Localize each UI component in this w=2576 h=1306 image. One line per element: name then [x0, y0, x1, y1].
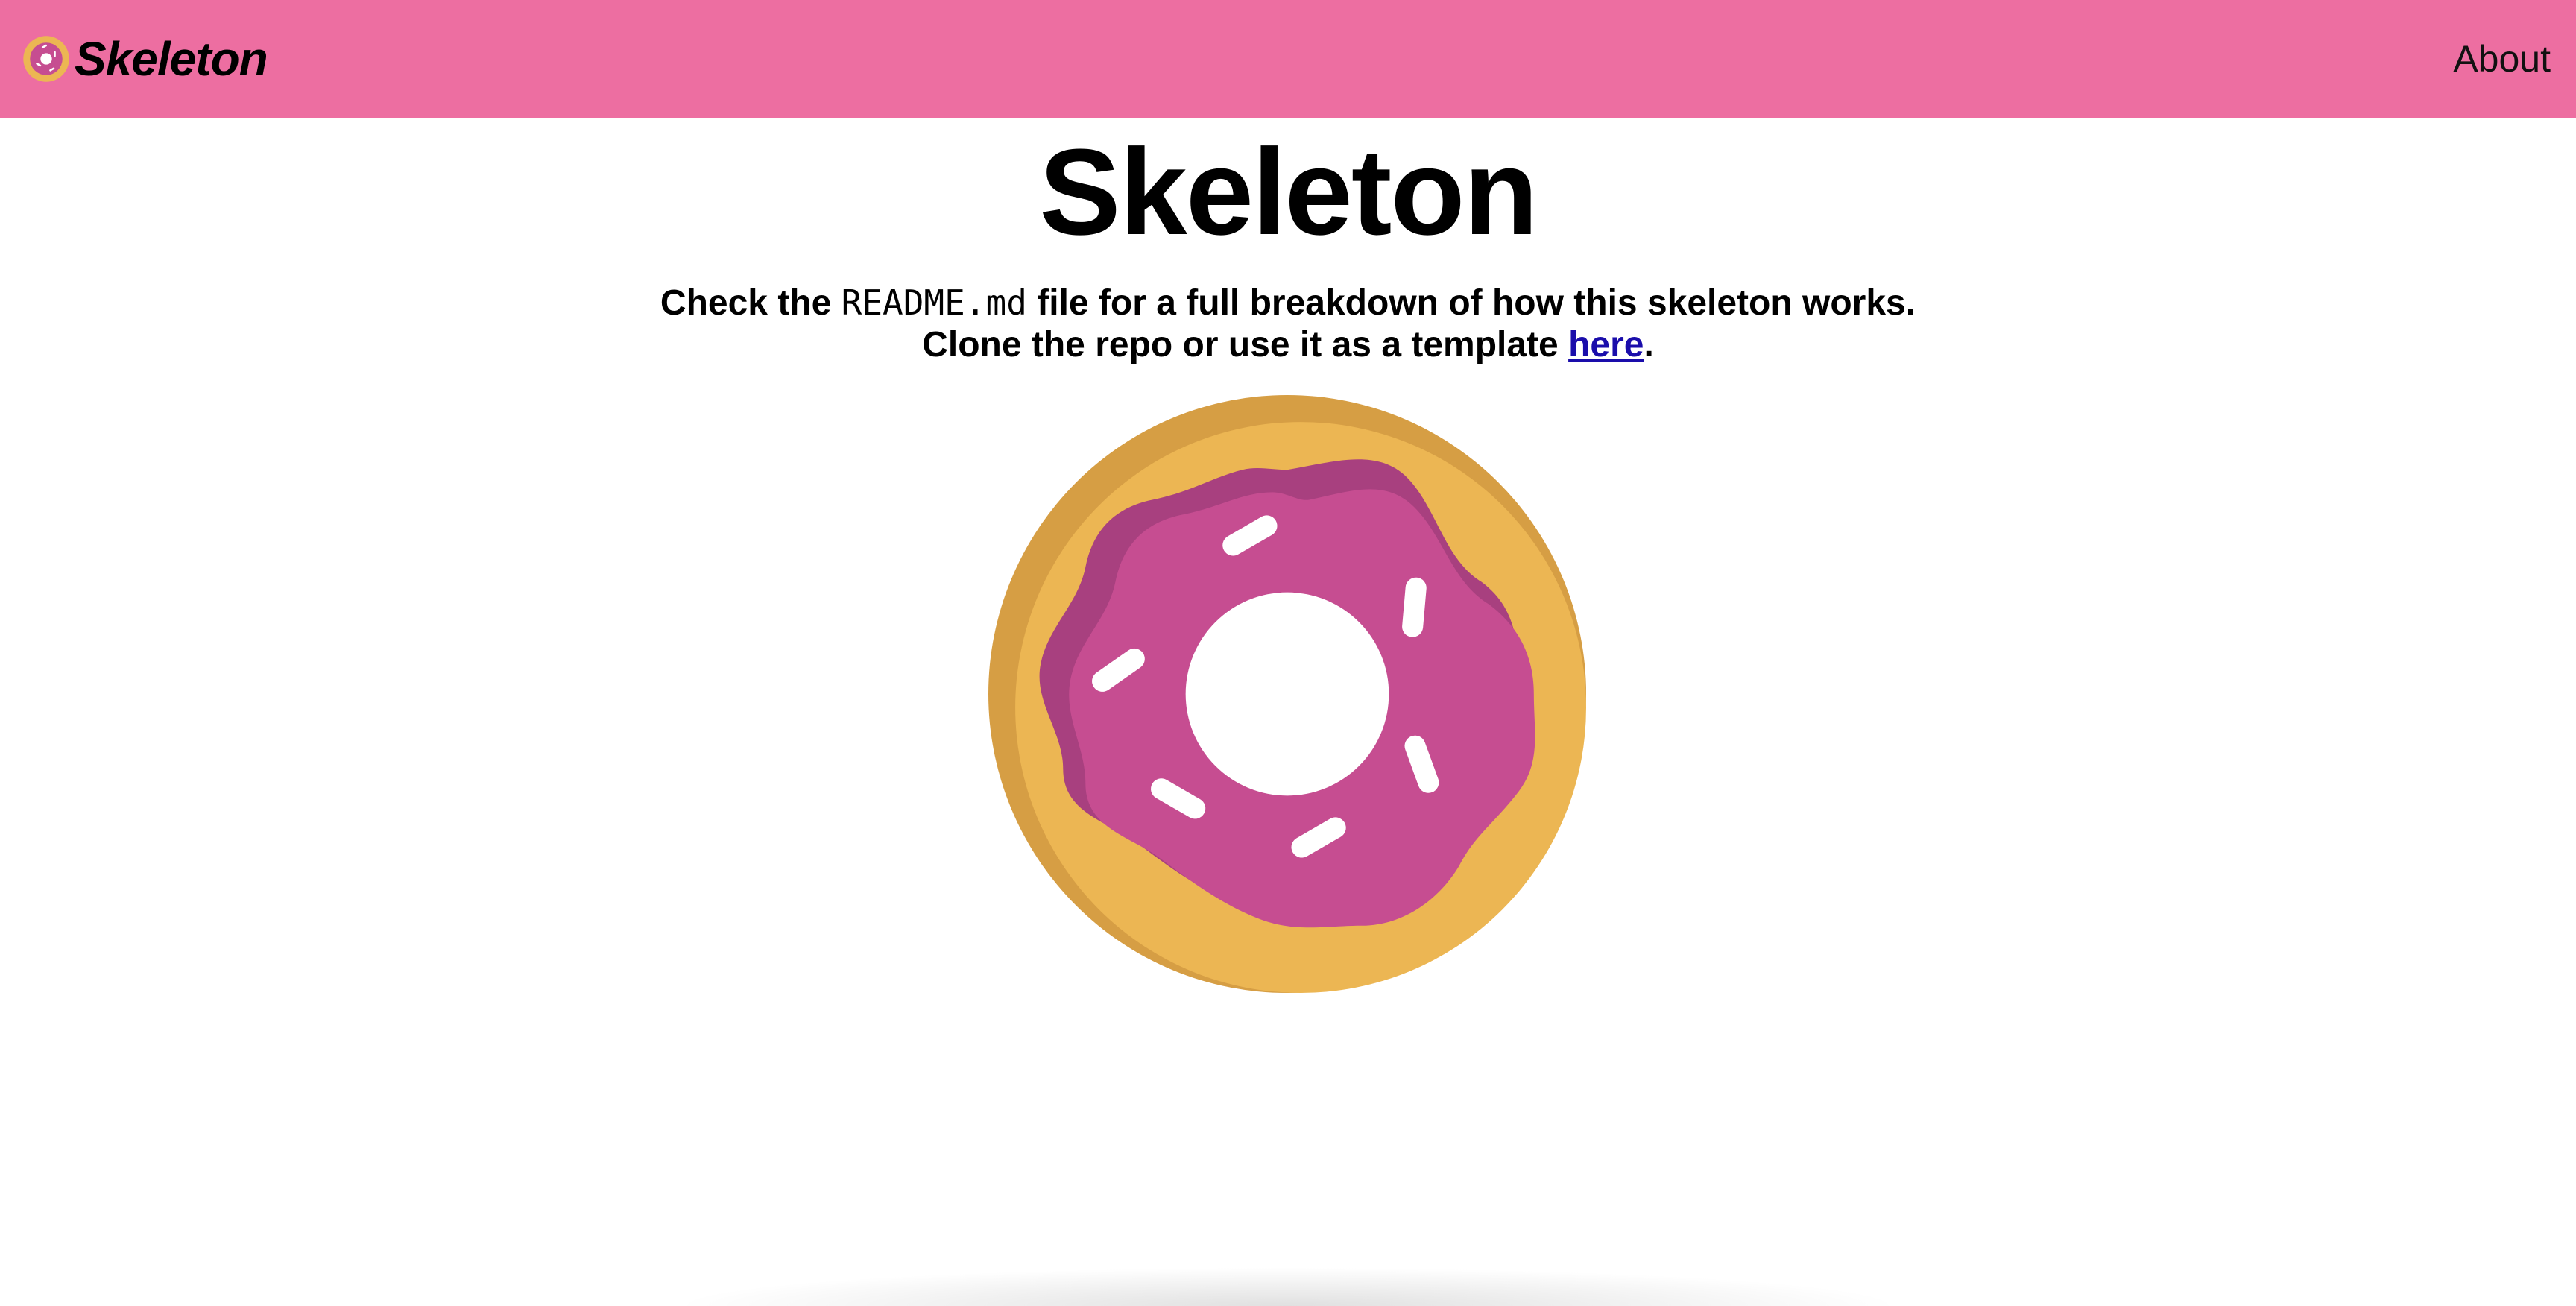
- template-link[interactable]: here: [1568, 325, 1644, 365]
- page-title: Skeleton: [1039, 124, 1538, 260]
- desc-line2-prefix: Clone the repo or use it as a template: [922, 325, 1569, 365]
- bottom-shadow: [671, 1267, 1905, 1306]
- desc-line1-prefix: Check the: [660, 283, 842, 323]
- desc-line1-suffix: file for a full breakdown of how this sk…: [1026, 283, 1916, 323]
- desc-line2-suffix: .: [1644, 325, 1654, 365]
- nav-about-link[interactable]: About: [2453, 0, 2551, 118]
- donut-illustration: [988, 395, 1586, 993]
- navbar: Skeleton About: [0, 0, 2576, 118]
- brand-title: Skeleton: [75, 32, 268, 86]
- donut-image: [988, 395, 1586, 993]
- donut-icon: [23, 36, 69, 82]
- readme-filename: README.md: [841, 283, 1027, 323]
- brand-link[interactable]: Skeleton: [22, 0, 268, 118]
- page-description: Check the README.md file for a full brea…: [0, 282, 2576, 366]
